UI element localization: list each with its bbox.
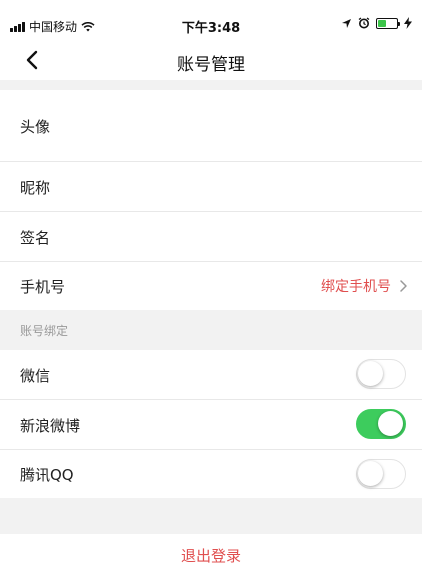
signature-label: 签名 [20, 229, 51, 247]
account-binding-section-header: 账号绑定 [0, 310, 422, 350]
bind-phone-link[interactable]: 绑定手机号 [321, 276, 408, 296]
status-right [341, 17, 412, 29]
binding-row-wechat: 微信 [0, 350, 422, 400]
page-title: 账号管理 [177, 55, 245, 75]
toggle-knob [358, 461, 383, 486]
chevron-right-icon [400, 280, 407, 292]
status-bar: 中国移动 下午3:48 [0, 0, 422, 40]
charging-bolt-icon [404, 17, 412, 29]
account-management-screen: 中国移动 下午3:48 账号管理 头像 昵称 签名 手机号 绑定手机号 账号绑定… [0, 0, 422, 578]
binding-row-qq: 腾讯QQ [0, 450, 422, 498]
section-title: 账号绑定 [20, 324, 69, 338]
signature-row[interactable]: 签名 [0, 212, 422, 262]
navigation-bar: 账号管理 [0, 40, 422, 80]
battery-icon [376, 17, 400, 29]
nickname-row[interactable]: 昵称 [0, 162, 422, 212]
toggle-knob [358, 361, 383, 386]
qq-toggle[interactable] [356, 459, 406, 489]
toggle-knob [378, 411, 403, 436]
binding-row-weibo: 新浪微博 [0, 400, 422, 450]
bind-phone-text: 绑定手机号 [321, 279, 391, 295]
phone-label: 手机号 [20, 278, 66, 296]
weibo-label: 新浪微博 [20, 417, 81, 435]
logout-label: 退出登录 [180, 547, 241, 565]
avatar-row[interactable]: 头像 [0, 90, 422, 162]
alarm-clock-icon [358, 17, 370, 29]
wechat-toggle[interactable] [356, 359, 406, 389]
avatar-label: 头像 [20, 118, 51, 136]
location-arrow-icon [342, 18, 351, 28]
phone-row[interactable]: 手机号 绑定手机号 [0, 262, 422, 310]
logout-button[interactable]: 退出登录 [0, 534, 422, 578]
nickname-label: 昵称 [20, 179, 51, 197]
weibo-toggle[interactable] [356, 409, 406, 439]
wechat-label: 微信 [20, 367, 51, 385]
qq-label: 腾讯QQ [20, 466, 74, 484]
